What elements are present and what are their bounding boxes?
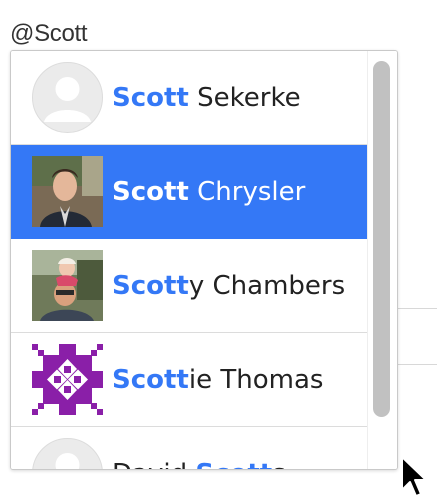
mention-suggestions-dropdown[interactable]: Scott Sekerke Scott Chrysler Scotty Cham… bbox=[10, 50, 398, 470]
mention-query-text[interactable]: @Scott bbox=[10, 20, 88, 48]
suggestion-item-scottie-thomas[interactable]: Scottie Thomas bbox=[11, 333, 367, 427]
divider bbox=[397, 308, 437, 309]
suggestion-name: Scotty Chambers bbox=[112, 271, 346, 301]
suggestion-name: Scott Sekerke bbox=[112, 83, 301, 113]
suggestion-item-scott-chrysler[interactable]: Scott Chrysler bbox=[11, 145, 367, 239]
photo-avatar bbox=[32, 250, 103, 321]
suggestion-item-david-scotts[interactable]: David Scotts bbox=[11, 427, 367, 469]
mouse-cursor-icon bbox=[401, 456, 427, 497]
suggestion-item-scotty-chambers[interactable]: Scotty Chambers bbox=[11, 239, 367, 333]
identicon-avatar bbox=[32, 344, 103, 415]
suggestion-item-scott-sekerke[interactable]: Scott Sekerke bbox=[11, 51, 367, 145]
name-match-highlight: Scott bbox=[112, 177, 189, 207]
default-avatar-icon bbox=[32, 62, 103, 133]
divider bbox=[397, 364, 437, 365]
photo-avatar bbox=[32, 156, 103, 227]
suggestion-name: Scott Chrysler bbox=[112, 177, 306, 207]
suggestion-name: David Scotts bbox=[112, 427, 286, 469]
name-match-highlight: Scott bbox=[112, 83, 189, 113]
name-match-highlight: Scott bbox=[112, 271, 189, 301]
scrollbar-thumb[interactable] bbox=[373, 61, 390, 417]
suggestion-list: Scott Sekerke Scott Chrysler Scotty Cham… bbox=[11, 51, 367, 469]
name-match-highlight: Scott bbox=[112, 365, 189, 395]
name-match-highlight: Scott bbox=[195, 459, 272, 469]
default-avatar-icon bbox=[32, 438, 103, 469]
suggestion-name: Scottie Thomas bbox=[112, 365, 324, 395]
